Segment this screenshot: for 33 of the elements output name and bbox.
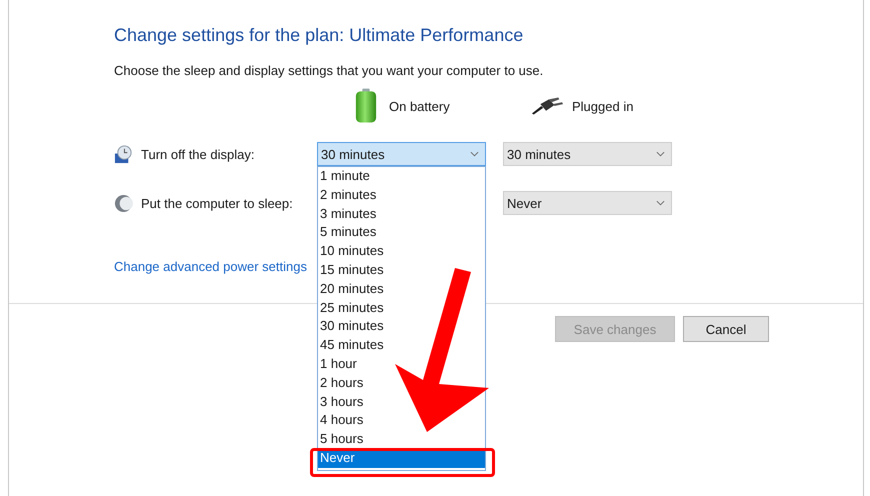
column-heading: Plugged in — [572, 98, 634, 114]
chevron-down-icon — [656, 151, 665, 157]
advanced-settings-link[interactable]: Change advanced power settings — [114, 258, 307, 276]
dropdown-option[interactable]: 1 hour — [318, 354, 360, 374]
dropdown-option[interactable]: 45 minutes — [318, 336, 387, 355]
plug-icon — [530, 96, 564, 116]
page-description: Choose the sleep and display settings that you want your computer to use. — [114, 62, 544, 80]
dropdown-option[interactable]: 30 minutes — [318, 317, 387, 336]
dropdown-option[interactable]: 2 hours — [318, 374, 366, 393]
page-title: Change settings for the plan: Ultimate Performance — [114, 24, 524, 47]
dropdown-option[interactable]: 2 minutes — [318, 186, 380, 205]
setting-label: Put the computer to sleep: — [141, 196, 293, 210]
dialog-button[interactable]: Cancel — [683, 316, 769, 342]
dropdown-option[interactable]: 3 hours — [318, 392, 366, 412]
battery-icon — [355, 87, 377, 125]
dropdown[interactable]: Never — [503, 191, 672, 215]
dropdown-option[interactable]: 3 minutes — [318, 204, 380, 224]
dropdown-option[interactable]: 15 minutes — [318, 260, 387, 280]
dropdown-option[interactable]: 5 hours — [318, 430, 366, 449]
dropdown-option[interactable]: 5 minutes — [318, 223, 380, 242]
dropdown[interactable]: 30 minutes — [503, 142, 672, 166]
dropdown[interactable]: 30 minutes — [317, 142, 486, 166]
chevron-down-icon — [470, 151, 479, 157]
setting-label: Turn off the display: — [141, 146, 254, 162]
dropdown-option[interactable]: 4 hours — [318, 411, 366, 430]
dropdown-option[interactable]: 1 minute — [318, 167, 373, 186]
dropdown-option[interactable]: 20 minutes — [318, 280, 387, 299]
dropdown-option[interactable]: 25 minutes — [318, 298, 387, 318]
chevron-down-icon — [656, 200, 665, 206]
monitor-clock-icon — [114, 144, 133, 164]
dropdown-option[interactable]: 10 minutes — [318, 242, 387, 261]
moon-icon — [114, 194, 133, 212]
column-heading: On battery — [389, 98, 450, 114]
